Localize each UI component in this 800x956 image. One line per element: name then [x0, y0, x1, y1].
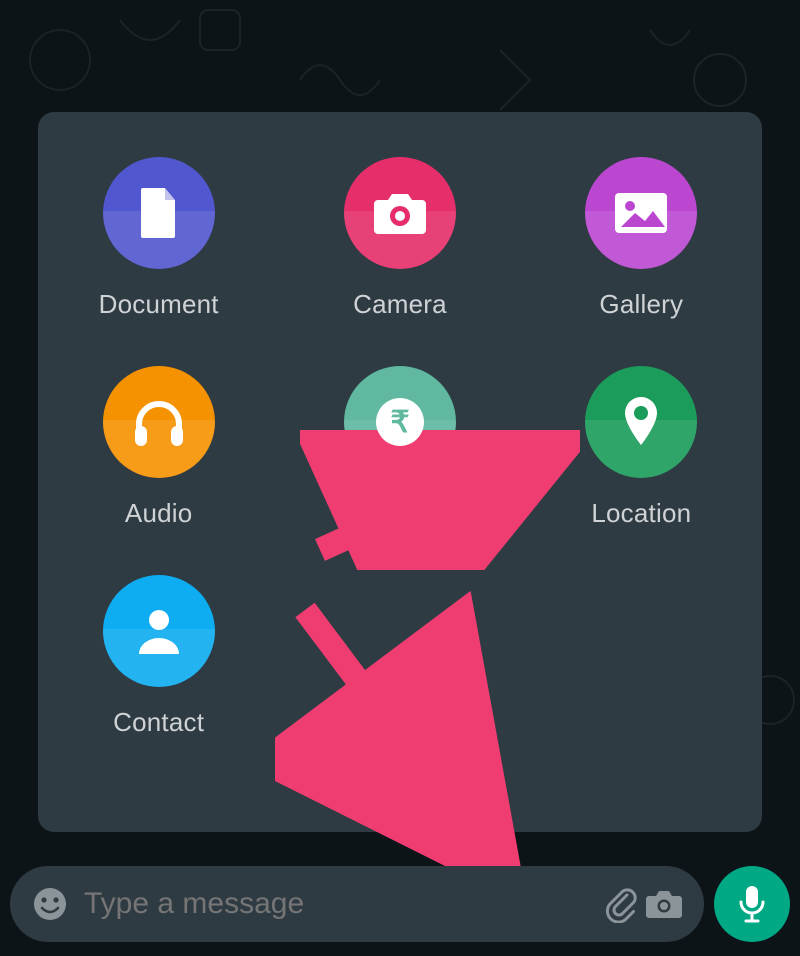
message-input[interactable]	[82, 886, 598, 922]
attachment-label: Contact	[113, 707, 204, 738]
attachment-panel: Document Camera Ga	[38, 112, 762, 832]
emoji-icon	[32, 886, 68, 922]
attachment-label: Gallery	[599, 289, 683, 320]
attachment-camera[interactable]: Camera	[344, 157, 456, 320]
paperclip-icon	[601, 885, 639, 923]
attachment-label: Location	[591, 498, 691, 529]
location-circle	[585, 366, 697, 478]
camera-button[interactable]	[642, 882, 686, 926]
attachment-audio[interactable]: Audio	[103, 366, 215, 529]
svg-text:₹: ₹	[390, 406, 409, 439]
pin-icon	[621, 395, 661, 449]
attachment-gallery[interactable]: Gallery	[585, 157, 697, 320]
camera-circle	[344, 157, 456, 269]
camera-icon	[372, 190, 428, 236]
person-icon	[135, 606, 183, 656]
emoji-button[interactable]	[28, 882, 72, 926]
attachment-contact[interactable]: Contact	[103, 575, 215, 738]
message-input-row	[10, 866, 790, 942]
message-input-container	[10, 866, 704, 942]
attachment-label: Payment	[348, 498, 452, 529]
contact-circle	[103, 575, 215, 687]
mic-button[interactable]	[714, 866, 790, 942]
camera-small-icon	[645, 888, 683, 920]
image-icon	[613, 191, 669, 235]
attachment-grid: Document Camera Ga	[38, 157, 762, 738]
attachment-label: Camera	[353, 289, 447, 320]
microphone-icon	[737, 884, 767, 924]
attachment-label: Audio	[125, 498, 193, 529]
payment-circle: ₹	[344, 366, 456, 478]
attachment-location[interactable]: Location	[585, 366, 697, 529]
gallery-circle	[585, 157, 697, 269]
attachment-payment[interactable]: ₹ Payment	[344, 366, 456, 529]
headphones-icon	[131, 396, 187, 448]
attachment-document[interactable]: Document	[99, 157, 219, 320]
rupee-icon: ₹	[374, 396, 426, 448]
document-icon	[135, 186, 183, 240]
attach-button[interactable]	[598, 882, 642, 926]
attachment-label: Document	[99, 289, 219, 320]
document-circle	[103, 157, 215, 269]
audio-circle	[103, 366, 215, 478]
